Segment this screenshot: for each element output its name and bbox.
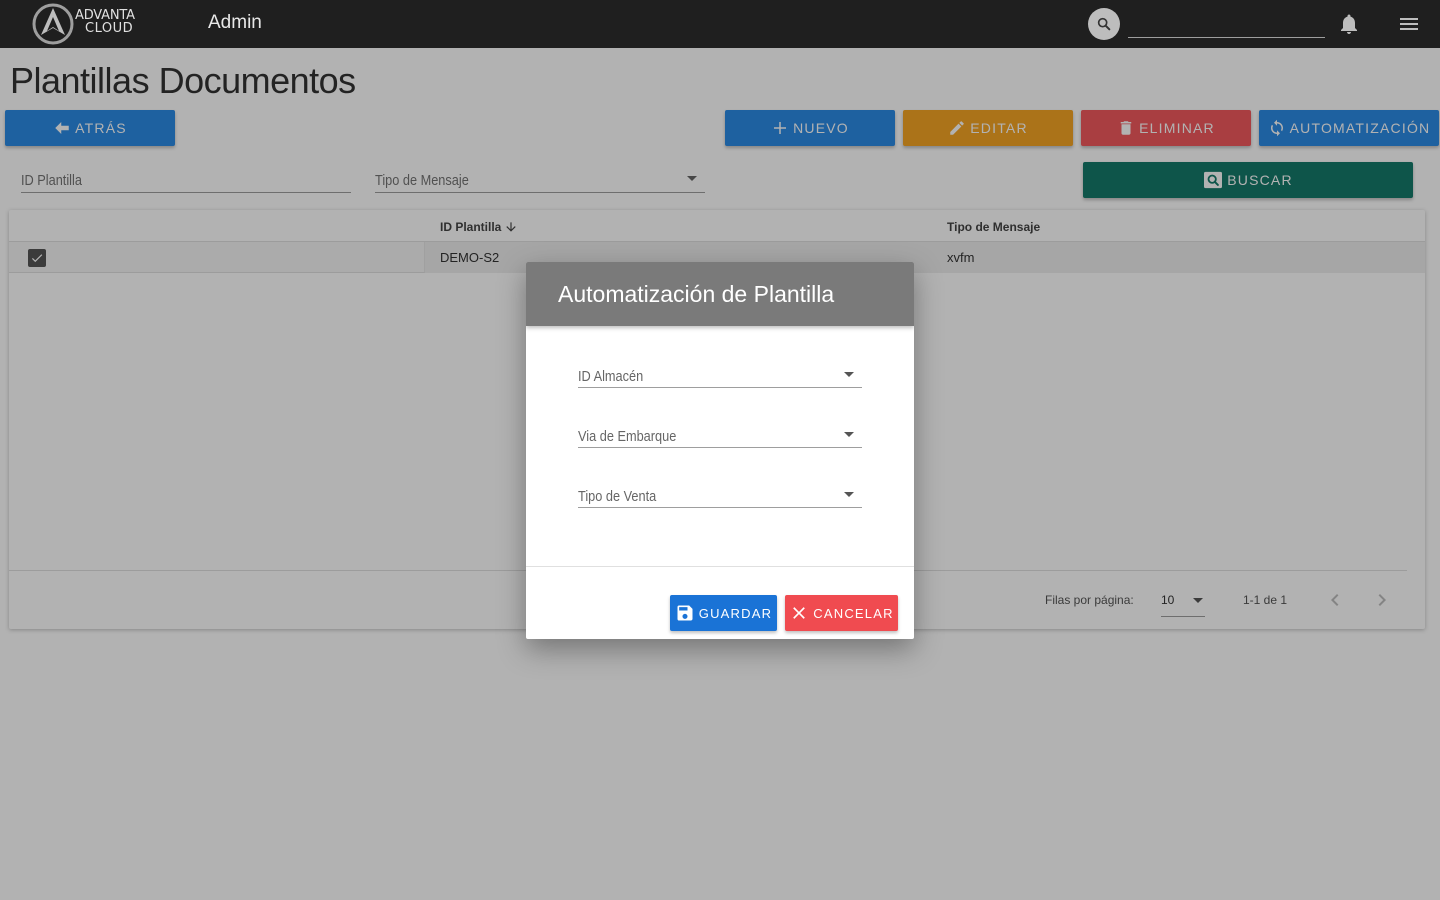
cancel-button[interactable]: CANCELAR	[785, 595, 898, 631]
logo-mark-icon	[32, 3, 74, 45]
id-almacen-label: ID Almacén	[578, 368, 644, 385]
top-bar: ADVANTA CLOUD Admin	[0, 0, 1440, 48]
chevron-down-icon	[844, 372, 854, 377]
tipo-venta-label: Tipo de Venta	[578, 488, 657, 505]
id-almacen-select[interactable]: ID Almacén	[578, 363, 862, 388]
hamburger-menu-icon[interactable]	[1397, 12, 1421, 36]
chevron-down-icon	[844, 432, 854, 437]
tipo-venta-select[interactable]: Tipo de Venta	[578, 483, 862, 508]
dialog-divider	[526, 566, 914, 567]
search-button[interactable]	[1088, 8, 1120, 40]
via-embarque-select[interactable]: Via de Embarque	[578, 423, 862, 448]
dialog-title: Automatización de Plantilla	[558, 281, 835, 307]
logo-text: ADVANTA CLOUD	[75, 9, 135, 35]
search-icon	[1097, 17, 1111, 31]
chevron-down-icon	[844, 492, 854, 497]
logo-line-2: CLOUD	[85, 21, 134, 36]
dialog-header: Automatización de Plantilla	[526, 262, 914, 326]
cancel-button-label: CANCELAR	[813, 605, 894, 621]
save-button[interactable]: GUARDAR	[670, 595, 777, 631]
close-icon	[793, 607, 806, 619]
global-search-input[interactable]	[1128, 14, 1325, 38]
via-embarque-label: Via de Embarque	[578, 428, 677, 445]
app-title: Admin	[208, 12, 262, 33]
advanta-cloud-logo[interactable]: ADVANTA CLOUD	[32, 3, 156, 45]
bell-icon[interactable]	[1337, 12, 1361, 36]
save-button-label: GUARDAR	[698, 605, 773, 621]
floppy-disk-icon	[677, 605, 693, 621]
automation-dialog: Automatización de Plantilla ID Almacén V…	[526, 262, 914, 639]
